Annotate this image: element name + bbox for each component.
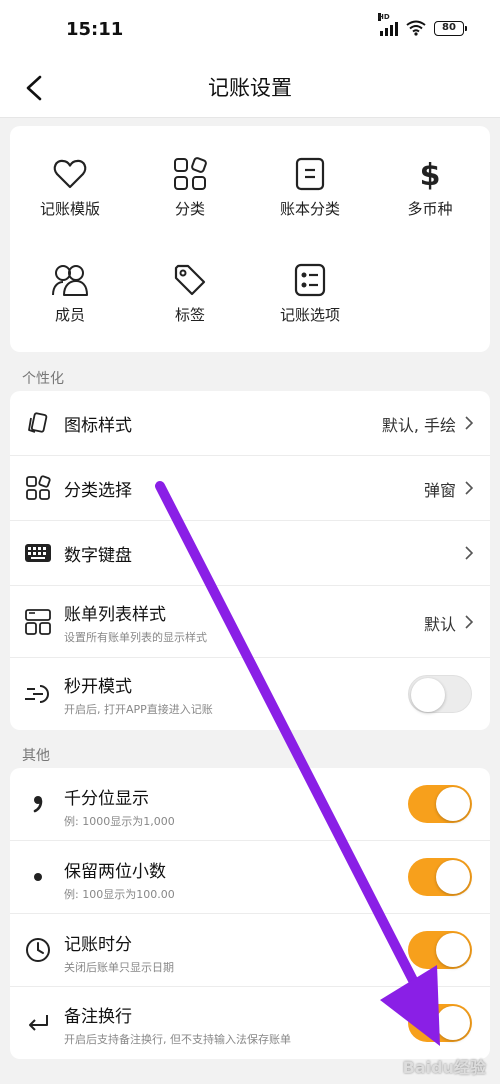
row-note-newline[interactable]: 备注换行 开启后支持备注换行, 但不支持输入法保存账单 — [10, 987, 490, 1059]
row-two-decimals[interactable]: 保留两位小数 例: 100显示为100.00 — [10, 841, 490, 914]
row-category-select[interactable]: 分类选择 弹窗 — [10, 456, 490, 521]
toggle-knob — [436, 787, 470, 821]
section-label-personalization: 个性化 — [22, 371, 64, 387]
status-icons: HD 80 — [378, 13, 467, 36]
row-list-style[interactable]: 账单列表样式 设置所有账单列表的显示样式 默认 — [10, 586, 490, 658]
other-list: 千分位显示 例: 1000显示为1,000 保留两位小数 例: 100显示为10… — [10, 768, 490, 1059]
feature-grid: 记账模版 分类 账本分类 $ 多币种 成员 标签 记账选项 — [10, 126, 490, 352]
page-title: 记账设置 — [208, 76, 292, 100]
grid-item-members[interactable]: 成员 — [10, 248, 130, 348]
toggle-knob — [436, 860, 470, 894]
dollar-icon: $ — [420, 158, 441, 192]
row-thousands-separator[interactable]: 千分位显示 例: 1000显示为1,000 — [10, 768, 490, 841]
clock-icon — [26, 938, 50, 962]
chevron-right-icon — [465, 615, 473, 629]
tag-icon — [174, 264, 206, 296]
icon-style-icon — [28, 412, 48, 433]
category-grid-icon — [174, 157, 207, 190]
toggle-knob — [436, 933, 470, 967]
row-record-time[interactable]: 记账时分 关闭后账单只显示日期 — [10, 914, 490, 987]
row-quick-open[interactable]: 秒开模式 开启后, 打开APP直接进入记账 — [10, 658, 490, 730]
two-decimals-toggle[interactable] — [408, 858, 472, 896]
title-bar: 记账设置 — [0, 60, 500, 118]
svg-text:$: $ — [420, 158, 441, 192]
row-number-keyboard[interactable]: 数字键盘 — [10, 521, 490, 586]
members-icon — [52, 265, 88, 296]
toggle-knob — [436, 1006, 470, 1040]
wifi-icon — [406, 20, 426, 36]
watermark-logo: Baidu经验 — [402, 1058, 486, 1077]
thousands-separator-toggle[interactable] — [408, 785, 472, 823]
personalization-list: 图标样式 默认, 手绘 分类选择 弹窗 数字键盘 账单列表样式 设置所有账单列表… — [10, 391, 490, 730]
chevron-right-icon — [465, 481, 473, 495]
status-time: 15:11 — [66, 19, 124, 40]
status-bar: 15:11 HD 80 — [0, 0, 500, 60]
keyboard-icon — [25, 544, 51, 562]
checklist-icon — [294, 263, 326, 297]
quick-open-toggle[interactable] — [408, 675, 472, 713]
row-icon-style[interactable]: 图标样式 默认, 手绘 — [10, 391, 490, 456]
return-icon — [29, 1015, 48, 1031]
quick-open-icon — [25, 685, 49, 703]
battery-icon: 80 — [434, 20, 467, 36]
grid-item-multi-currency[interactable]: $ 多币种 — [370, 142, 490, 242]
grid-item-ledger-category[interactable]: 账本分类 — [250, 142, 370, 242]
list-style-icon — [25, 608, 51, 635]
grid-item-options[interactable]: 记账选项 — [250, 248, 370, 348]
ledger-book-icon — [295, 157, 325, 191]
grid-item-tags[interactable]: 标签 — [130, 248, 250, 348]
chevron-right-icon — [465, 546, 473, 560]
dot-icon — [34, 873, 42, 881]
note-newline-toggle[interactable] — [408, 1004, 472, 1042]
category-select-icon — [26, 475, 51, 500]
chevron-right-icon — [465, 416, 473, 430]
comma-icon — [33, 796, 43, 813]
grid-item-category[interactable]: 分类 — [130, 142, 250, 242]
grid-item-template[interactable]: 记账模版 — [10, 142, 130, 242]
toggle-knob — [411, 678, 445, 712]
section-label-other: 其他 — [22, 748, 50, 764]
signal-icon: HD — [378, 13, 398, 36]
heart-icon — [53, 159, 87, 189]
record-time-toggle[interactable] — [408, 931, 472, 969]
